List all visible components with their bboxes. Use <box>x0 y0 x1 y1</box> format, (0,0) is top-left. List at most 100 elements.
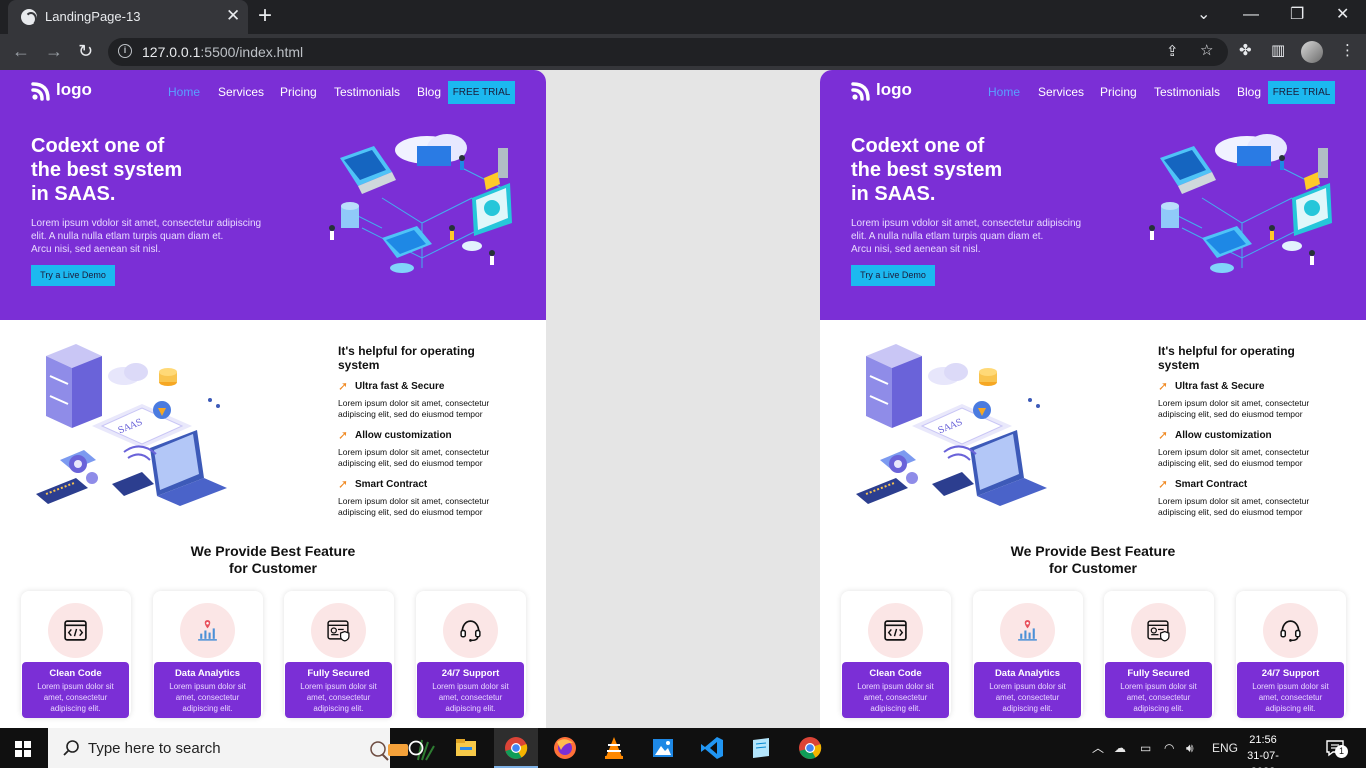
language-indicator[interactable]: ENG <box>1212 740 1238 756</box>
trending-arrow-icon: ➚ <box>338 379 349 393</box>
back-arrow-icon[interactable]: ← <box>12 41 30 61</box>
headset-icon <box>460 620 481 642</box>
feature-card-support[interactable]: 24/7 Support Lorem ipsum dolor sit amet,… <box>1236 591 1346 718</box>
feature-card-clean-code[interactable]: Clean Code Lorem ipsum dolor sit amet, c… <box>841 591 951 718</box>
nav-services-link[interactable]: Services <box>218 85 264 99</box>
photos-icon[interactable] <box>649 734 677 762</box>
nav-blog-link[interactable]: Blog <box>417 85 441 99</box>
tray-chevron-up-icon[interactable]: ︿ <box>1092 740 1104 756</box>
features-heading: We Provide Best Feature for Customer <box>190 543 356 576</box>
chrome-icon[interactable] <box>796 734 824 762</box>
secure-browser-icon <box>1147 620 1170 642</box>
feature-card-support[interactable]: 24/7 Support Lorem ipsum dolor sit amet,… <box>416 591 526 718</box>
new-tab-button[interactable]: + <box>258 3 272 29</box>
secure-browser-icon <box>327 620 350 642</box>
url-text[interactable]: 127.0.0.1:5500/index.html <box>142 44 303 60</box>
trending-arrow-icon: ➚ <box>338 428 349 442</box>
address-bar[interactable]: i 127.0.0.1:5500/index.html ⇪ ☆ <box>108 38 1228 66</box>
task-view-icon[interactable] <box>402 734 430 762</box>
trending-arrow-icon: ➚ <box>1158 477 1169 491</box>
wifi-icon[interactable]: ◠ <box>1164 740 1174 756</box>
notification-count-badge: 1 <box>1335 745 1348 758</box>
landing-page-left: logo Home Services Pricing Testimonials … <box>0 70 546 728</box>
feature-card-fully-secured[interactable]: Fully Secured Lorem ipsum dolor sit amet… <box>1104 591 1214 718</box>
feature-card-data-analytics[interactable]: Data Analytics Lorem ipsum dolor sit ame… <box>973 591 1083 718</box>
browser-tab[interactable]: LandingPage-13 ✕ <box>8 0 248 34</box>
close-window-button[interactable]: ✕ <box>1336 6 1349 24</box>
maximize-button[interactable]: ❐ <box>1290 6 1304 24</box>
browser-toolbar: ← → ↻ i 127.0.0.1:5500/index.html ⇪ ☆ ✤ … <box>0 34 1366 70</box>
feature-card-fully-secured[interactable]: Fully Secured Lorem ipsum dolor sit amet… <box>284 591 394 718</box>
nav-testimonials-link[interactable]: Testimonials <box>1154 85 1220 99</box>
forward-arrow-icon[interactable]: → <box>45 41 63 61</box>
nav-services-link[interactable]: Services <box>1038 85 1084 99</box>
nav-pricing-link[interactable]: Pricing <box>280 85 317 99</box>
tab-search-chevron-icon[interactable]: ⌄ <box>1197 6 1210 24</box>
analytics-chart-icon <box>1018 620 1037 641</box>
notepad-icon[interactable] <box>747 734 775 762</box>
share-icon[interactable]: ⇪ <box>1166 43 1179 61</box>
saas-isometric-illustration: SAAS <box>856 344 1047 506</box>
live-demo-button[interactable]: Try a Live Demo <box>851 265 935 286</box>
hero-title: Codext one of the best system in SAAS. <box>851 135 1003 205</box>
nav-blog-link[interactable]: Blog <box>1237 85 1261 99</box>
menu-kebab-icon[interactable]: ⋮ <box>1340 42 1355 60</box>
battery-icon[interactable]: ▭ <box>1140 740 1151 756</box>
free-trial-button[interactable]: FREE TRIAL <box>448 81 515 104</box>
browser-tab-bar: LandingPage-13 ✕ + ⌄ — ❐ ✕ <box>0 0 1366 34</box>
hero-title: Codext one of the best system in SAAS. <box>31 135 183 205</box>
nav-testimonials-link[interactable]: Testimonials <box>334 85 400 99</box>
live-demo-button[interactable]: Try a Live Demo <box>31 265 115 286</box>
trending-arrow-icon: ➚ <box>338 477 349 491</box>
search-placeholder: Type here to search <box>88 740 221 757</box>
features-heading: We Provide Best Feature for Customer <box>1010 543 1176 576</box>
vscode-icon[interactable] <box>698 734 726 762</box>
side-panel-icon[interactable]: ▥ <box>1271 42 1285 60</box>
file-explorer-icon[interactable] <box>452 734 480 762</box>
cloud-network-illustration <box>329 134 512 273</box>
taskbar-search-box[interactable]: Type here to search <box>48 728 435 768</box>
taskbar-clock[interactable]: 21:56 31-07-2022 <box>1240 732 1286 768</box>
search-icon <box>63 740 79 756</box>
site-info-icon[interactable]: i <box>118 44 132 58</box>
feature-card-clean-code[interactable]: Clean Code Lorem ipsum dolor sit amet, c… <box>21 591 131 718</box>
analytics-chart-icon <box>198 620 217 641</box>
onedrive-cloud-icon[interactable]: ☁ <box>1114 740 1126 756</box>
reload-icon[interactable]: ↻ <box>78 41 93 61</box>
favicon-icon <box>21 9 37 26</box>
tab-title: LandingPage-13 <box>45 9 141 24</box>
volume-icon[interactable]: 🔊︎ <box>1186 740 1194 756</box>
windows-start-button[interactable] <box>15 741 31 757</box>
code-window-icon <box>884 620 907 641</box>
hero-description: Lorem ipsum vdolor sit amet, consectetur… <box>851 218 1082 255</box>
helpful-heading: It's helpful for operating system <box>338 344 475 372</box>
page-viewport: logo Home Services Pricing Testimonials … <box>0 70 1366 728</box>
hero-section: logo Home Services Pricing Testimonials … <box>0 70 546 320</box>
trending-arrow-icon: ➚ <box>1158 379 1169 393</box>
landing-page-right: logo Home Services Pricing Testimonials … <box>820 70 1366 728</box>
tab-close-icon[interactable]: ✕ <box>226 6 240 26</box>
headset-icon <box>1280 620 1301 642</box>
free-trial-button[interactable]: FREE TRIAL <box>1268 81 1335 104</box>
logo-wifi-icon <box>31 82 50 101</box>
extensions-puzzle-icon[interactable]: ✤ <box>1239 42 1252 60</box>
firefox-icon[interactable] <box>551 734 579 762</box>
feature-card-data-analytics[interactable]: Data Analytics Lorem ipsum dolor sit ame… <box>153 591 263 718</box>
logo-text: logo <box>56 80 92 99</box>
nav-home-link[interactable]: Home <box>988 85 1020 99</box>
taskbar-active-app[interactable] <box>494 728 538 768</box>
vlc-icon[interactable] <box>600 734 628 762</box>
hero-description: Lorem ipsum vdolor sit amet, consectetur… <box>31 218 262 255</box>
nav-home-link[interactable]: Home <box>168 85 200 99</box>
minimize-button[interactable]: — <box>1243 6 1259 24</box>
logo-text: logo <box>876 80 912 99</box>
notification-center-icon[interactable]: 1 <box>1325 738 1348 758</box>
bookmark-star-icon[interactable]: ☆ <box>1200 42 1213 60</box>
chrome-icon <box>505 737 528 759</box>
saas-isometric-illustration: SAAS <box>36 344 227 506</box>
profile-avatar[interactable] <box>1301 41 1323 63</box>
trending-arrow-icon: ➚ <box>1158 428 1169 442</box>
hero-section: logo Home Services Pricing Testimonials … <box>820 70 1366 320</box>
windows-taskbar: Type here to search ︿ ☁ ▭ ◠ 🔊︎ ENG 21:56… <box>0 728 1366 768</box>
nav-pricing-link[interactable]: Pricing <box>1100 85 1137 99</box>
